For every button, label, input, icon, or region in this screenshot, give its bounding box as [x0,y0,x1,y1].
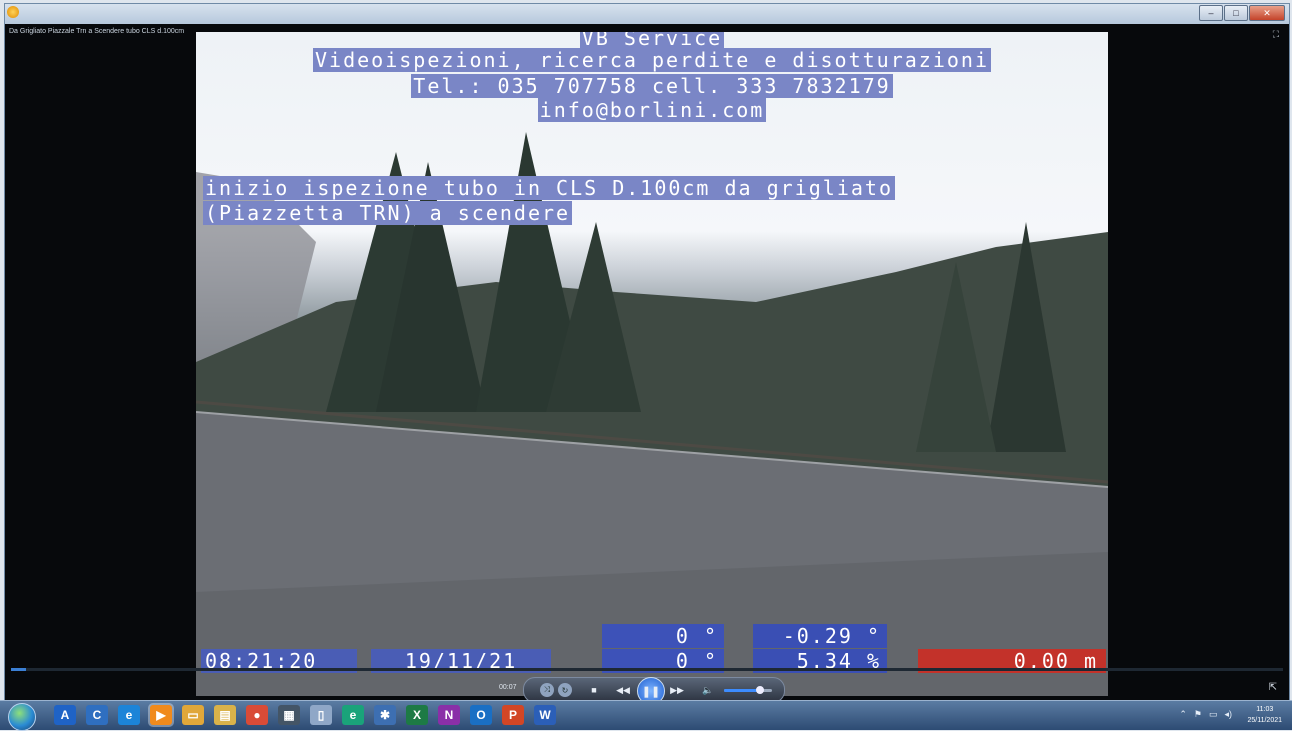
taskbar-chrome-icon[interactable]: ● [246,705,268,725]
fullscreen-toggle-icon[interactable]: ⛶ [1273,29,1279,40]
taskbar-clock[interactable]: 11:03 25/11/2021 [1247,704,1282,726]
osd-caption-line-2: (Piazzetta TRN) a scendere [203,201,573,225]
system-tray: ⌃ ⚑ ▭ ◂) [1179,709,1232,720]
clock-time: 11:03 [1256,706,1274,713]
elapsed-time: 00:07 [499,684,517,691]
video-frame[interactable]: VB Service Videoispezioni, ricerca perdi… [196,32,1108,696]
osd-caption-line-2-text: (Piazzetta TRN) a scendere [203,201,573,225]
taskbar-excel-icon[interactable]: X [406,705,428,725]
previous-button[interactable]: ◀◀ [616,683,630,697]
stop-button[interactable]: ■ [588,683,600,697]
osd-company-services-text: Videoispezioni, ricerca perdite e disott… [313,48,991,72]
title-bar[interactable]: – □ ✕ [5,4,1289,24]
start-button[interactable] [8,703,36,731]
clock-date: 25/11/2021 [1247,717,1282,724]
osd-company-email-text: info@borlini.com [537,98,767,122]
taskbar-notes-icon[interactable]: ▤ [214,705,236,725]
taskbar-outlook-icon[interactable]: O [470,705,492,725]
taskbar-onenote-icon[interactable]: N [438,705,460,725]
taskbar-internet-explorer-icon[interactable]: e [118,705,140,725]
taskbar-document-icon[interactable]: ▯ [310,705,332,725]
osd-angle-top: 0 ° [602,624,724,648]
shuffle-icon[interactable]: ⤨ [540,683,554,697]
osd-company-phone-text: Tel.: 035 707758 cell. 333 7832179 [411,74,893,98]
taskbar-settings-icon[interactable]: ✱ [374,705,396,725]
window-controls: – □ ✕ [1199,5,1285,21]
minimize-button[interactable]: – [1199,5,1223,21]
osd-company-email: info@borlini.com [196,98,1108,122]
media-player-app-icon [7,6,19,18]
osd-company-phone: Tel.: 035 707758 cell. 333 7832179 [196,74,1108,98]
close-button[interactable]: ✕ [1249,5,1285,21]
taskbar-file-explorer-icon[interactable]: ▭ [182,705,204,725]
player-body: Da Grigliato Piazzale Trn a Scendere tub… [5,24,1289,705]
osd-caption-line-1-text: inizio ispezione tubo in CLS D.100cm da … [203,176,896,200]
video-scene [196,132,1108,696]
volume-icon[interactable]: 🔈 [702,683,714,697]
taskbar-video-editor-icon[interactable]: ▦ [278,705,300,725]
volume-slider-fill [724,689,760,692]
taskbar-powerpoint-icon[interactable]: P [502,705,524,725]
maximize-button[interactable]: □ [1224,5,1248,21]
seek-bar-progress [11,668,27,671]
next-button[interactable]: ▶▶ [670,683,684,697]
media-player-window: – □ ✕ Da Grigliato Piazzale Trn a Scende… [4,3,1290,705]
speaker-icon[interactable]: ◂) [1224,709,1232,720]
osd-inclination: -0.29 ° [753,624,887,648]
volume-slider-thumb[interactable] [756,686,764,694]
osd-caption-line-1: inizio ispezione tubo in CLS D.100cm da … [203,176,896,200]
osd-company-services: Videoispezioni, ricerca perdite e disott… [196,48,1108,72]
show-hidden-icons-icon[interactable]: ⌃ [1179,709,1187,720]
taskbar-app-c-icon[interactable]: C [86,705,108,725]
taskbar: A Ce ▶ ▭ ▤ ● ▦ ▯ e ✱ X N O P W ⌃ ⚑ ▭ ◂) 11:03 25/11/20… [0,700,1292,731]
taskbar-acrobat-icon[interactable]: A [54,705,76,725]
taskbar-edge-icon[interactable]: e [342,705,364,725]
now-playing-title: Da Grigliato Piazzale Trn a Scendere tub… [9,28,185,35]
switch-to-library-icon[interactable]: ⇱ [1269,682,1277,693]
taskbar-media-player-icon[interactable]: ▶ [150,705,172,725]
network-icon[interactable]: ▭ [1209,709,1218,720]
volume-slider[interactable] [724,686,772,694]
repeat-icon[interactable]: ↻ [558,683,572,697]
action-center-flag-icon[interactable]: ⚑ [1194,709,1202,720]
seek-bar[interactable] [11,668,1283,671]
taskbar-word-icon[interactable]: W [534,705,556,725]
